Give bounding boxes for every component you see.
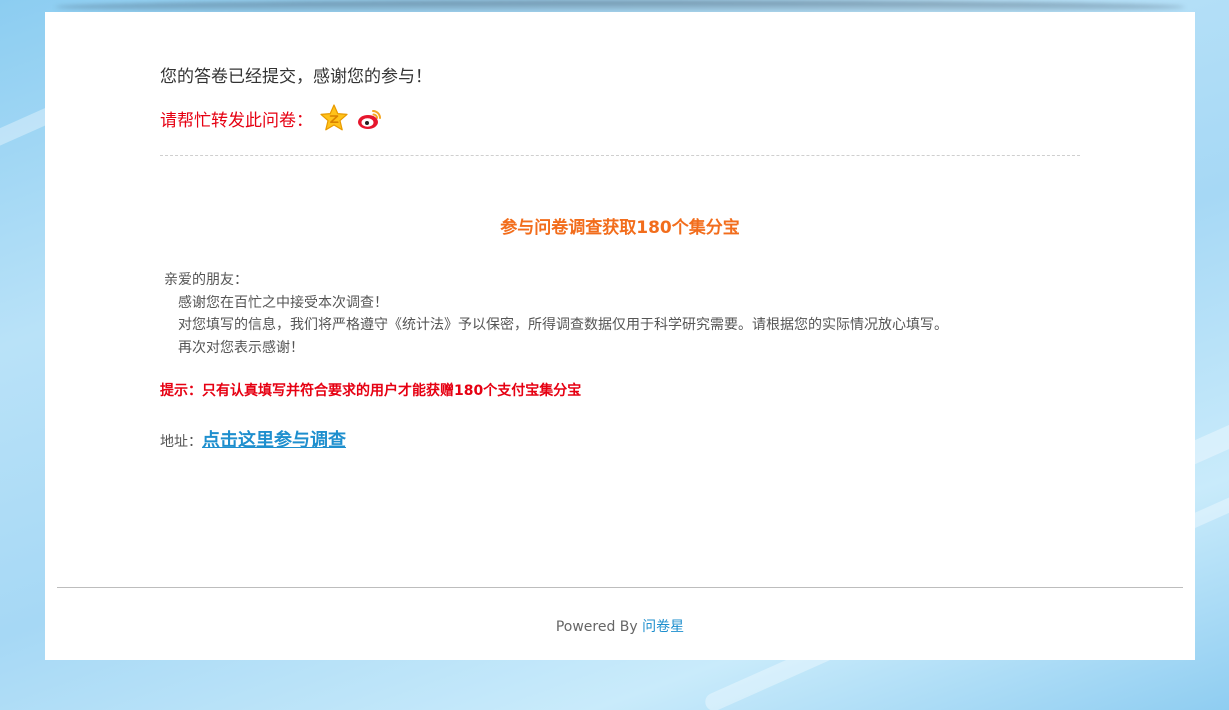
brand-link[interactable]: 问卷星 [642,619,684,635]
survey-address: 地址：点击这里参与调查 [160,426,346,452]
promo-title: 参与问卷调查获取180个集分宝 [500,218,740,238]
result-card: 您的答卷已经提交，感谢您的参与！ 请帮忙转发此问卷： 参与问卷调查获取180个集… [45,12,1195,660]
sina-weibo-icon[interactable] [355,103,385,133]
join-survey-link[interactable]: 点击这里参与调查 [202,430,346,451]
submission-confirmation: 您的答卷已经提交，感谢您的参与！ [160,67,432,87]
footer: Powered By 问卷星 [45,616,1195,636]
qq-zone-star-icon[interactable] [319,103,349,133]
invitation-letter: 亲爱的朋友： 感谢您在百忙之中接受本次调查！ 对您填写的信息，我们将严格遵守《统… [160,269,948,359]
letter-line: 再次对您表示感谢！ [178,339,304,356]
address-label: 地址： [160,434,202,450]
letter-line: 对您填写的信息，我们将严格遵守《统计法》予以保密，所得调查数据仅用于科学研究需要… [178,317,948,333]
footer-divider [57,587,1183,588]
share-label: 请帮忙转发此问卷： [160,110,313,131]
letter-greeting: 亲爱的朋友： [164,272,248,288]
section-divider [160,155,1080,156]
letter-line: 感谢您在百忙之中接受本次调查！ [178,294,388,311]
share-row: 请帮忙转发此问卷： [160,102,385,134]
reward-tip: 提示：只有认真填写并符合要求的用户才能获赠180个支付宝集分宝 [160,383,582,399]
powered-by-text: Powered By [555,619,638,635]
